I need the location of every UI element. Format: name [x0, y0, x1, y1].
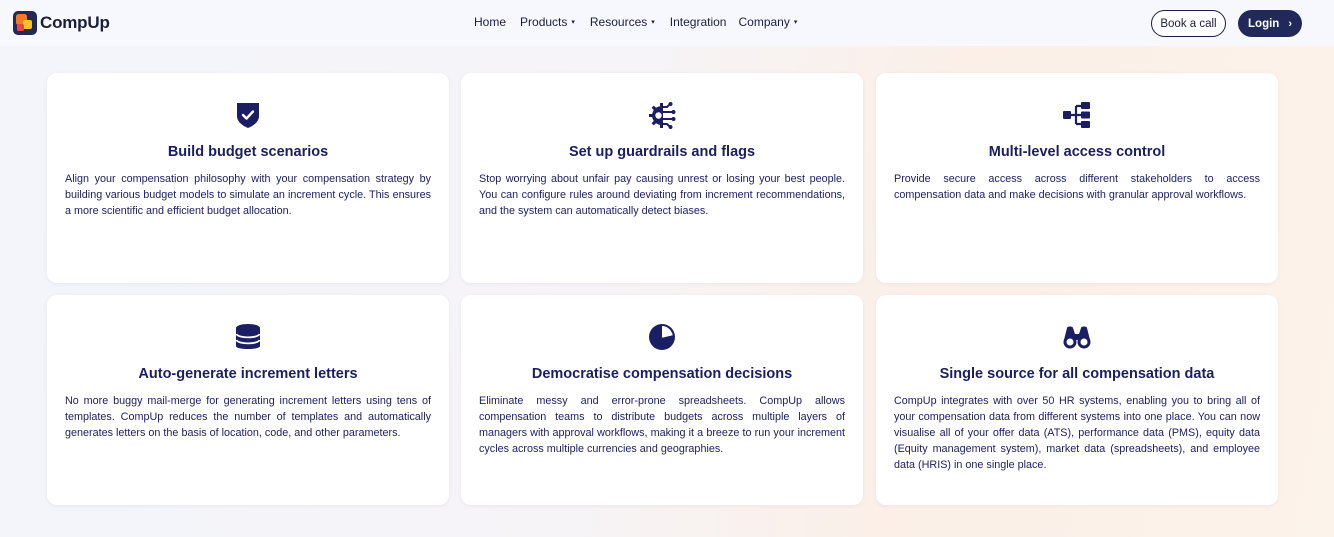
card-title: Single source for all compensation data: [939, 366, 1215, 382]
shield-check-icon: [233, 100, 263, 130]
nav-item-label: Products: [520, 15, 568, 29]
card-description: Eliminate messy and error-prone spreadsh…: [479, 395, 845, 455]
card-description: Stop worrying about unfair pay causing u…: [479, 173, 845, 217]
book-call-button[interactable]: Book a call: [1151, 10, 1226, 37]
database-icon: [233, 322, 263, 352]
nav-item-company[interactable]: Company ▾: [738, 15, 797, 29]
card-title: Multi-level access control: [988, 144, 1166, 160]
top-navbar: CompUp Home Products ▾ Resources ▾ Integ…: [0, 0, 1334, 46]
nav-item-label: Integration: [669, 15, 727, 29]
nav-item-products[interactable]: Products ▾: [520, 15, 575, 29]
card-description: Align your compensation philosophy with …: [65, 173, 431, 217]
nav-item-home[interactable]: Home: [474, 15, 506, 29]
pie-chart-icon: [647, 322, 677, 352]
card-title: Set up guardrails and flags: [568, 144, 756, 160]
login-button[interactable]: Login ›: [1238, 10, 1302, 37]
main-menu: Home Products ▾ Resources ▾ Integration …: [474, 15, 797, 29]
chevron-down-icon: ▾: [651, 19, 655, 26]
feature-card-budget-scenarios: Build budget scenarios Align your compen…: [47, 73, 449, 283]
feature-card-increment-letters: Auto-generate increment letters No more …: [47, 295, 449, 505]
nav-item-label: Resources: [589, 15, 648, 29]
card-title: Build budget scenarios: [167, 144, 329, 160]
feature-card-guardrails: Set up guardrails and flags Stop worryin…: [461, 73, 863, 283]
card-title: Auto-generate increment letters: [138, 366, 358, 382]
chevron-right-icon: ›: [1288, 17, 1292, 30]
brand-logo[interactable]: CompUp: [13, 11, 110, 35]
hierarchy-icon: [1062, 100, 1092, 130]
card-title: Democratise compensation decisions: [531, 366, 793, 382]
login-label: Login: [1248, 17, 1280, 30]
compup-logo-icon: [13, 11, 37, 35]
feature-card-democratise: Democratise compensation decisions Elimi…: [461, 295, 863, 505]
feature-card-access-control: Multi-level access control Provide secur…: [876, 73, 1278, 283]
nav-item-label: Home: [474, 15, 507, 29]
card-description: No more buggy mail-merge for generating …: [65, 395, 431, 439]
card-description: CompUp integrates with over 50 HR system…: [894, 395, 1260, 471]
binoculars-icon: [1062, 322, 1092, 352]
nav-item-resources[interactable]: Resources ▾: [590, 15, 655, 29]
chevron-down-icon: ▾: [571, 19, 575, 26]
gear-circuit-icon: [647, 100, 677, 130]
feature-card-single-source: Single source for all compensation data …: [876, 295, 1278, 505]
card-description: Provide secure access across different s…: [894, 173, 1260, 201]
nav-item-integration[interactable]: Integration: [670, 15, 727, 29]
brand-name: CompUp: [40, 13, 110, 32]
chevron-down-icon: ▾: [793, 19, 798, 26]
nav-item-label: Company: [738, 15, 790, 29]
